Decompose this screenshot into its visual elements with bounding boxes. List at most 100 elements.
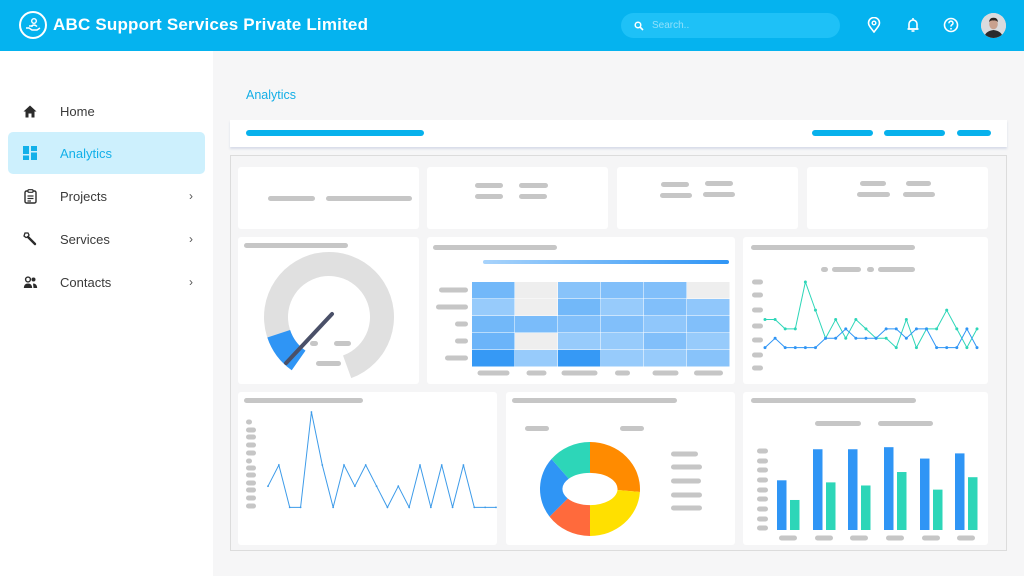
spike-line-card[interactable] — [238, 392, 497, 545]
heatmap-col-label — [477, 370, 510, 376]
location-pin-icon[interactable] — [864, 15, 884, 35]
toolbar — [230, 120, 1007, 147]
toolbar-title-placeholder — [246, 130, 424, 136]
bell-icon[interactable] — [903, 15, 923, 35]
sidebar-item-label: Contacts — [60, 274, 112, 290]
kpi-card-2[interactable] — [427, 167, 608, 229]
y-tick-label — [246, 450, 256, 456]
heatmap-cell — [472, 350, 515, 367]
y-tick-label — [757, 448, 768, 454]
donut-legend-label — [671, 478, 701, 484]
donut-legend-label — [671, 492, 702, 498]
toolbar-action-1[interactable] — [812, 130, 873, 136]
heatmap-chart — [436, 282, 730, 376]
bar-series-2 — [897, 472, 907, 530]
heatmap-col-label — [526, 370, 547, 376]
y-tick-label — [246, 487, 256, 493]
kpi-card-4[interactable] — [807, 167, 988, 229]
heatmap-col-label — [615, 370, 630, 376]
line-point — [834, 336, 838, 340]
line-point — [375, 485, 378, 488]
donut-card[interactable] — [506, 392, 735, 545]
chevron-right-icon[interactable]: › — [189, 189, 193, 203]
heatmap-col-label — [694, 370, 723, 376]
search-input[interactable] — [652, 20, 822, 31]
search-bar[interactable] — [621, 13, 840, 38]
line-point — [874, 336, 878, 340]
line-point — [844, 336, 848, 340]
brand[interactable]: ABC Support Services Private Limited — [19, 11, 368, 39]
line-point — [793, 346, 797, 350]
top-app-bar: ABC Support Services Private Limited — [0, 0, 1024, 51]
heatmap-card[interactable] — [427, 237, 735, 384]
gauge-card[interactable] — [238, 237, 419, 384]
line-point — [343, 464, 345, 466]
toolbar-action-2[interactable] — [884, 130, 945, 136]
toolbar-action-3[interactable] — [957, 130, 991, 136]
y-tick-label — [757, 477, 768, 483]
heatmap-cell — [601, 299, 644, 316]
sidebar-item-services[interactable]: Services › — [8, 218, 205, 260]
chevron-right-icon[interactable]: › — [189, 232, 193, 246]
contacts-icon — [22, 274, 38, 290]
heatmap-cell — [644, 299, 687, 316]
line-point — [945, 308, 949, 312]
kpi-label — [475, 183, 503, 188]
heatmap-cell — [472, 316, 515, 333]
sidebar-item-analytics[interactable]: Analytics — [8, 132, 205, 174]
line-point — [451, 506, 454, 509]
dual-line-card[interactable] — [743, 237, 988, 384]
line-point — [783, 327, 787, 331]
line-point — [429, 506, 432, 509]
bar-card[interactable] — [743, 392, 988, 545]
line-point — [975, 327, 979, 331]
line-point — [945, 346, 949, 350]
sidebar-item-label: Services — [60, 231, 110, 247]
sidebar-item-home[interactable]: Home — [8, 90, 205, 132]
line-point — [364, 464, 367, 466]
sidebar-item-contacts[interactable]: Contacts › — [8, 261, 205, 303]
kpi-card-3[interactable] — [617, 167, 798, 229]
bar-series-1 — [920, 458, 930, 530]
help-icon[interactable] — [941, 15, 961, 35]
heatmap-row-label — [455, 338, 468, 344]
line-point — [783, 346, 787, 350]
line-point — [332, 506, 335, 509]
line-series-2 — [764, 327, 978, 349]
line-point — [914, 327, 918, 331]
line-series-1 — [267, 411, 496, 509]
sidebar-item-projects[interactable]: Projects › — [8, 175, 205, 217]
line-point — [773, 336, 777, 340]
donut-slice — [590, 442, 640, 492]
bar-series-2 — [933, 489, 943, 530]
x-tick-label — [850, 535, 868, 541]
heatmap-row-label — [445, 355, 468, 361]
y-tick-label — [757, 496, 768, 502]
kpi-card-1[interactable] — [238, 167, 419, 229]
y-tick-label — [757, 458, 768, 464]
dashboard-icon — [22, 145, 38, 161]
hand-person-icon — [19, 11, 47, 39]
line-point — [419, 464, 421, 466]
line-point — [813, 308, 817, 312]
home-icon — [22, 103, 38, 119]
line-point — [925, 327, 929, 331]
gauge-value-placeholder — [316, 361, 341, 366]
line-point — [288, 506, 291, 509]
heatmap-cell — [472, 282, 515, 299]
donut-legend-label — [671, 505, 702, 511]
user-avatar[interactable] — [981, 13, 1006, 38]
line-point — [904, 318, 908, 321]
heatmap-cell — [558, 299, 601, 316]
chevron-right-icon[interactable]: › — [189, 275, 193, 289]
kpi-value — [519, 194, 547, 199]
line-point — [965, 346, 969, 350]
bar-series-2 — [826, 482, 836, 530]
donut-legend-label — [671, 464, 702, 470]
line-point — [793, 327, 797, 331]
line-point — [935, 327, 939, 331]
kpi-value — [475, 194, 503, 199]
spike-line-chart — [246, 411, 497, 509]
bar-series-1 — [955, 453, 965, 530]
x-tick-label — [886, 535, 904, 541]
